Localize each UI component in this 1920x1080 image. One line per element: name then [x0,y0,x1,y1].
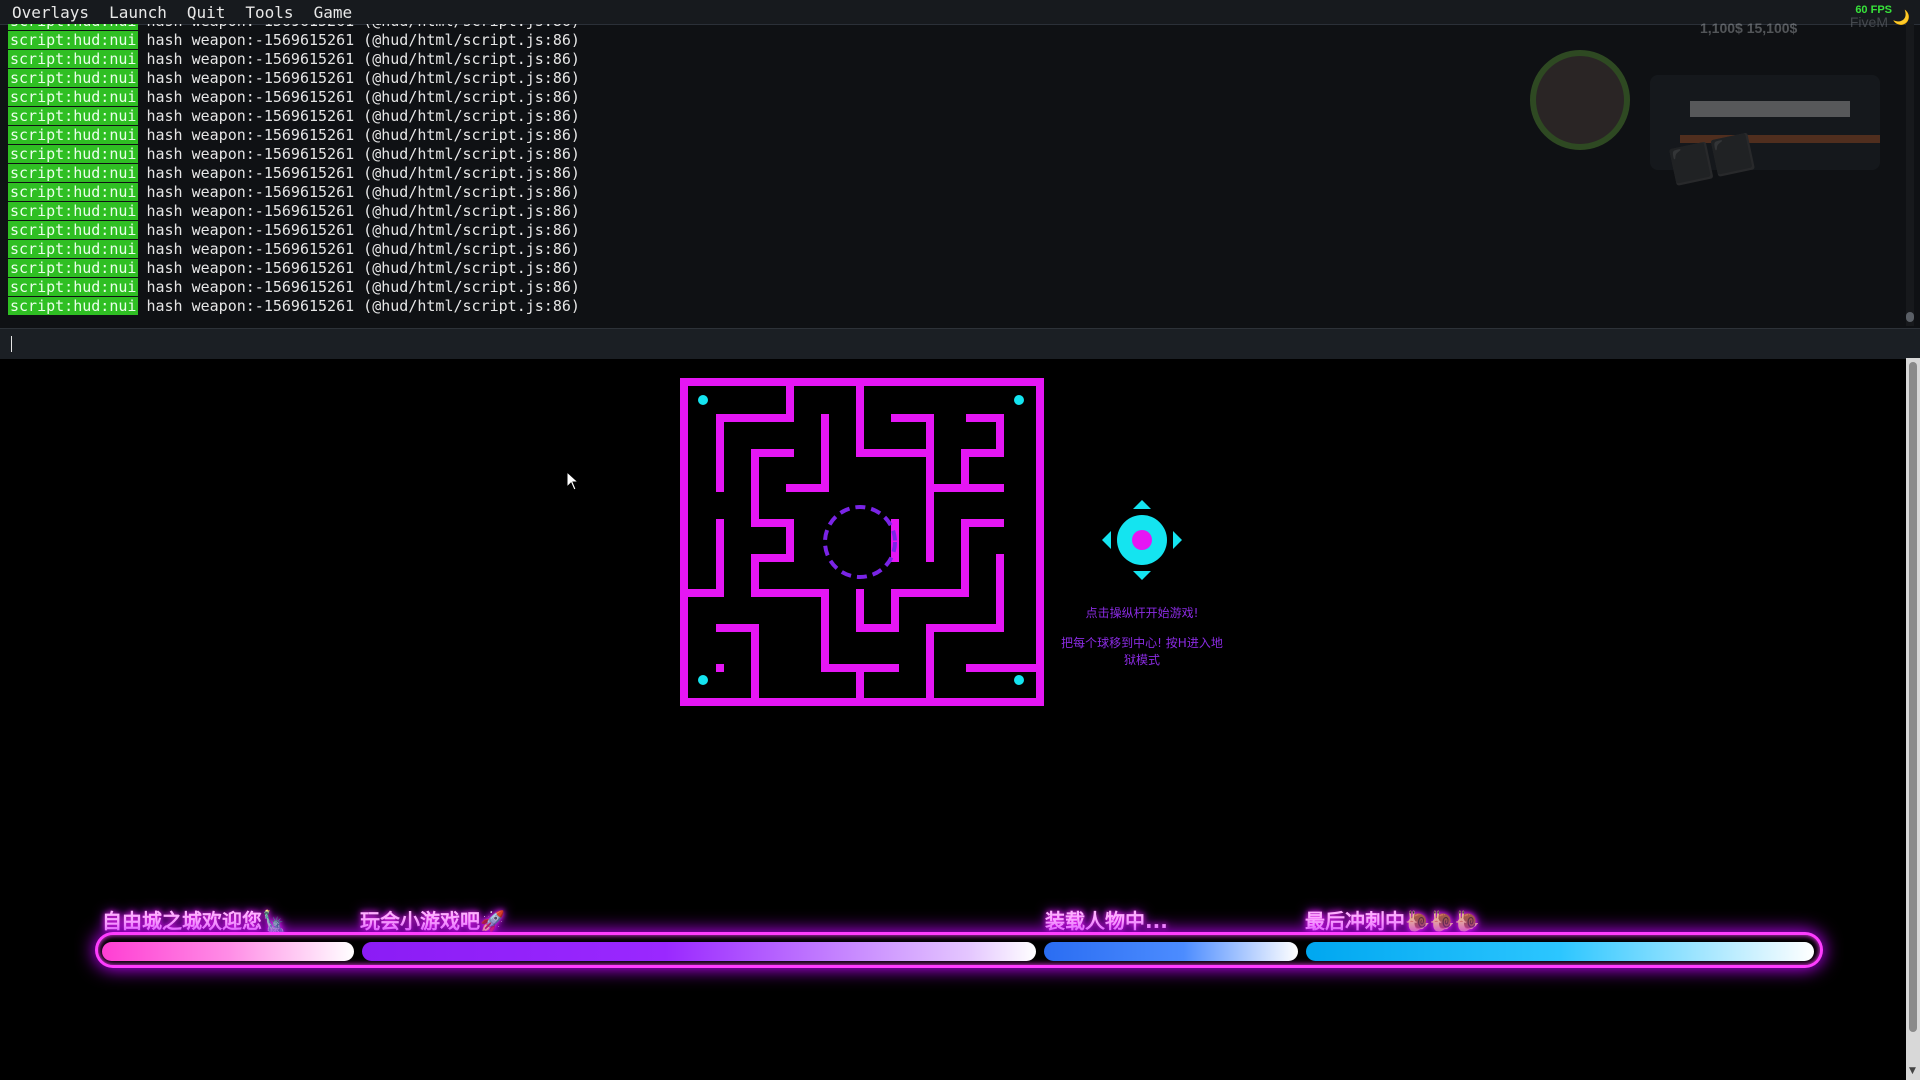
progress-segment-welcome [102,942,354,961]
menu-quit[interactable]: Quit [175,3,234,22]
log-message: hash weapon:-1569615261 (@hud/html/scrip… [146,31,580,49]
progress-segment-minigame [362,942,1036,961]
log-line: script:hud:nui hash weapon:-1569615261 (@… [0,278,1900,297]
log-message: hash weapon:-1569615261 (@hud/html/scrip… [146,107,580,125]
console-scroll-thumb[interactable] [1906,312,1914,322]
menu-overlays[interactable]: Overlays [0,3,97,22]
log-message: hash weapon:-1569615261 (@hud/html/scrip… [146,50,580,68]
log-tag: script:hud:nui [8,221,139,239]
stage-label-final-sprint: 最后冲刺中🐌🐌🐌 [1305,909,1480,933]
start-hint: 点击操纵杆开始游戏! [1085,606,1199,620]
stage-label-loading-character: 装载人物中... [1045,909,1168,933]
log-tag: script:hud:nui [8,278,139,296]
log-tag: script:hud:nui [8,24,139,30]
log-tag: script:hud:nui [8,50,139,68]
log-message: hash weapon:-1569615261 (@hud/html/scrip… [146,126,580,144]
log-message: hash weapon:-1569615261 (@hud/html/scrip… [146,164,580,182]
maze-ball [1014,675,1024,685]
log-tag: script:hud:nui [8,297,139,315]
loading-progress-bar [98,935,1820,965]
log-tag: script:hud:nui [8,107,139,125]
joystick-control[interactable] [1100,498,1184,582]
log-message: hash weapon:-1569615261 (@hud/html/scrip… [146,202,580,220]
chevron-down-icon[interactable]: ▼ [1909,1066,1916,1076]
maze-walls [680,378,1044,706]
log-tag: script:hud:nui [8,126,139,144]
money-stats: 1,100$ 15,100$ [1700,20,1798,36]
log-message: hash weapon:-1569615261 (@hud/html/scrip… [146,24,579,30]
maze-ball [698,675,708,685]
stage-label-minigame: 玩会小游戏吧🚀 [360,909,505,933]
arrow-right-icon [1173,531,1182,549]
page-scroll-thumb[interactable] [1909,362,1917,1032]
progress-segment-loading-character [1044,942,1298,961]
log-message: hash weapon:-1569615261 (@hud/html/scrip… [146,183,580,201]
log-message: hash weapon:-1569615261 (@hud/html/scrip… [146,240,580,258]
console-scrollbar[interactable] [1906,24,1914,326]
maze-center-target [823,505,897,579]
log-tag: script:hud:nui [8,259,139,277]
log-line: script:hud:nui hash weapon:-1569615261 (@… [0,297,1900,316]
dev-console: Overlays Launch Quit Tools Game 60 FPS F… [0,0,1920,359]
maze-board [680,378,1044,706]
avatar [1530,50,1630,150]
progress-segment-final-sprint [1306,942,1814,961]
log-message: hash weapon:-1569615261 (@hud/html/scrip… [146,278,580,296]
log-tag: script:hud:nui [8,183,139,201]
page-scrollbar[interactable]: ▼ [1906,358,1920,1080]
console-input[interactable] [0,328,1920,359]
log-message: hash weapon:-1569615261 (@hud/html/scrip… [146,88,580,106]
text-caret [11,336,12,352]
log-tag: script:hud:nui [8,145,139,163]
menu-game[interactable]: Game [302,3,361,22]
log-line: script:hud:nui hash weapon:-1569615261 (@… [0,259,1900,278]
log-message: hash weapon:-1569615261 (@hud/html/scrip… [146,259,580,277]
log-tag: script:hud:nui [8,240,139,258]
menu-tools[interactable]: Tools [233,3,301,22]
log-message: hash weapon:-1569615261 (@hud/html/scrip… [146,221,580,239]
maze-ball [698,395,708,405]
stage-label-welcome: 自由城之城欢迎您🗽 [102,909,287,933]
log-message: hash weapon:-1569615261 (@hud/html/scrip… [146,69,580,87]
health-bar [1690,101,1850,117]
log-tag: script:hud:nui [8,202,139,220]
hud-overlay-faint: 1,100$ 15,100$ ⬛⬛ [1500,20,1880,250]
goal-hint: 把每个球移到中心! 按H进入地狱模式 [1061,636,1223,667]
log-tag: script:hud:nui [8,164,139,182]
arrow-up-icon [1133,500,1151,509]
log-message: hash weapon:-1569615261 (@hud/html/scrip… [146,297,580,315]
log-tag: script:hud:nui [8,31,139,49]
log-message: hash weapon:-1569615261 (@hud/html/scrip… [146,145,580,163]
joystick-knob[interactable] [1132,530,1152,550]
arrow-down-icon [1133,571,1151,580]
mouse-cursor-icon [566,471,580,491]
arrow-left-icon [1102,531,1111,549]
maze-ball [1014,395,1024,405]
log-tag: script:hud:nui [8,88,139,106]
log-tag: script:hud:nui [8,69,139,87]
menu-launch[interactable]: Launch [97,3,175,22]
